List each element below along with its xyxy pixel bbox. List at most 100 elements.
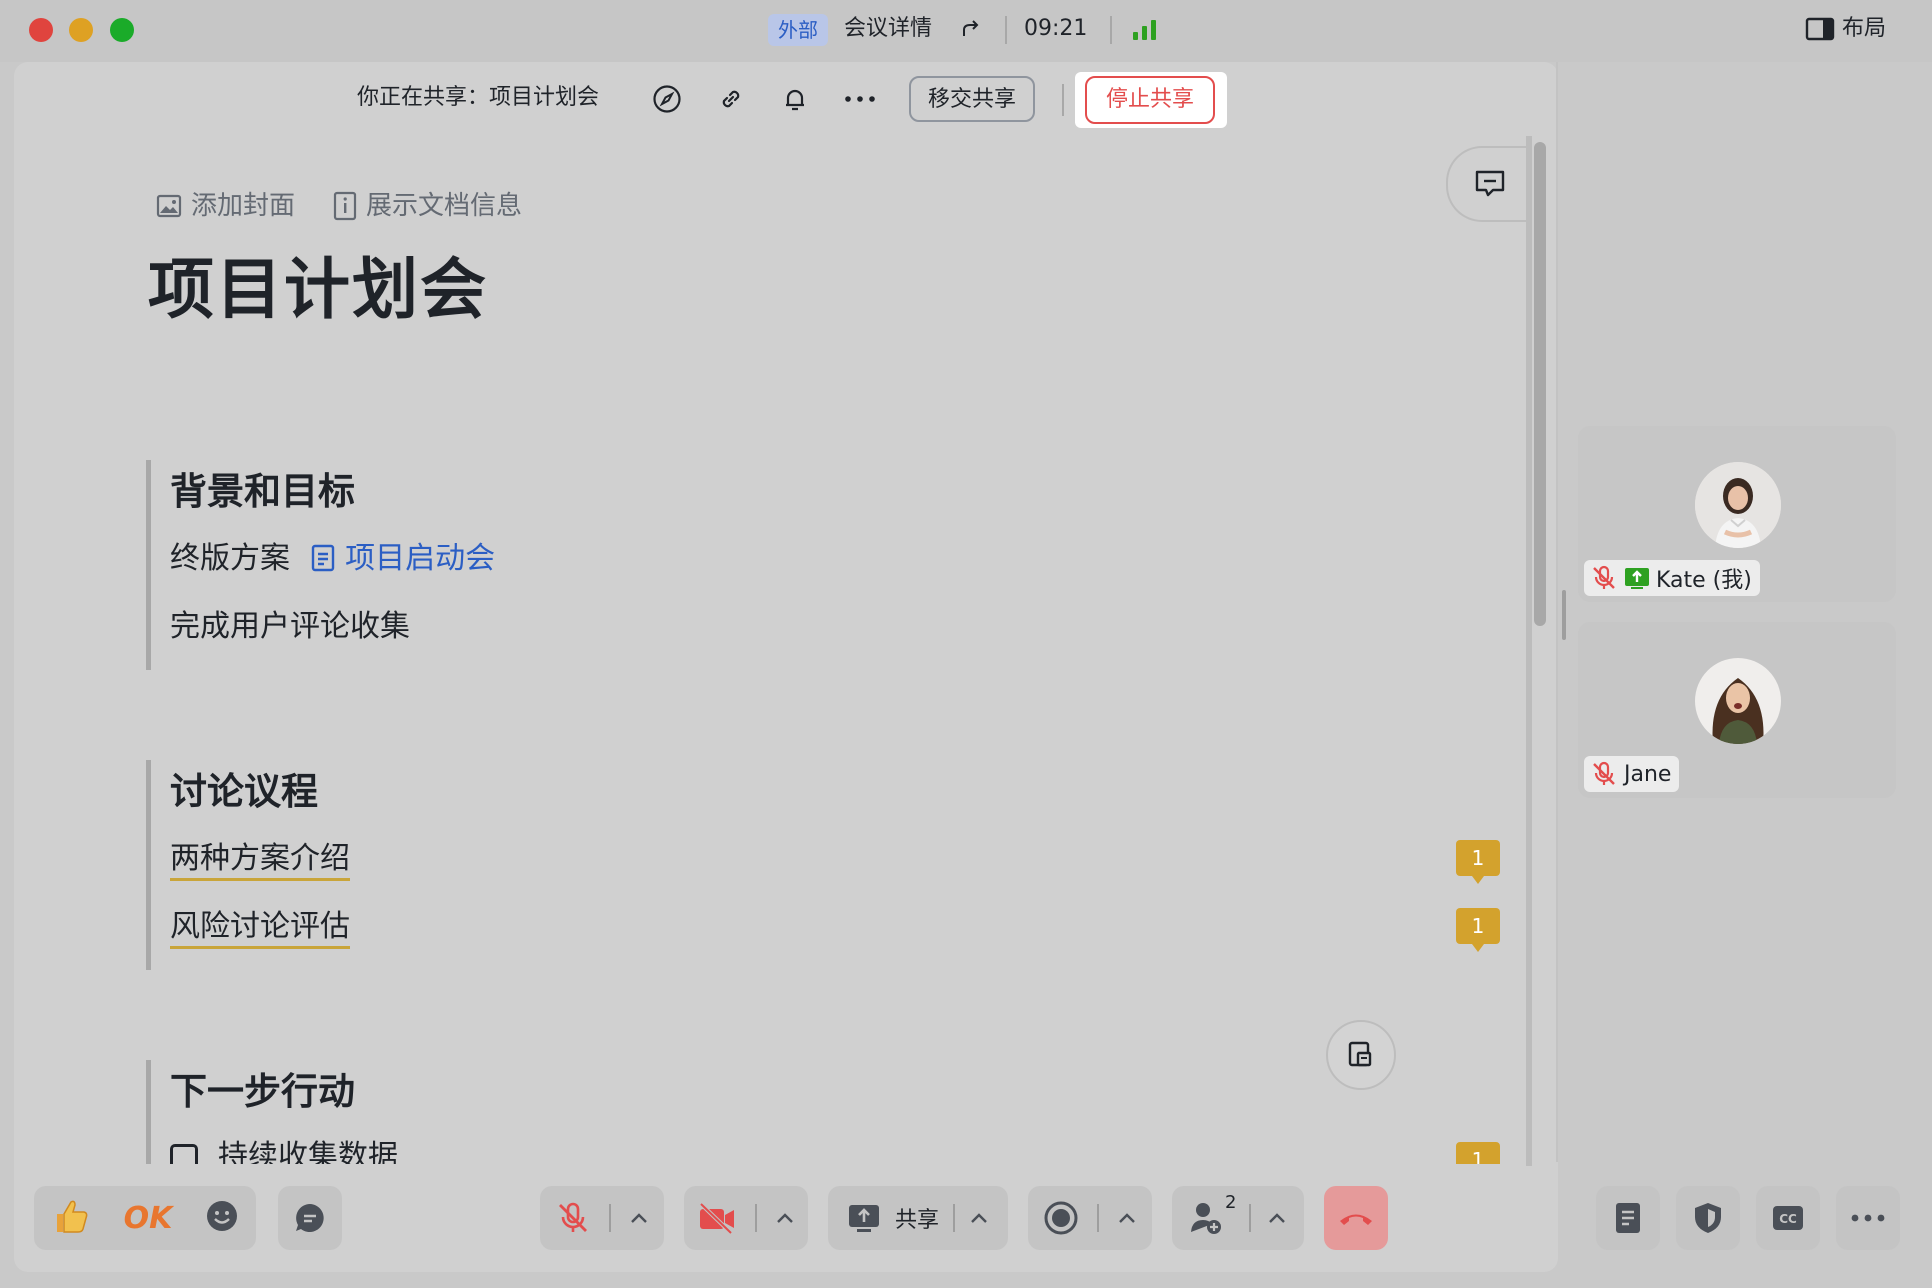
share-label: 共享: [894, 1208, 939, 1233]
doc-link[interactable]: 项目启动会: [310, 541, 495, 576]
section-heading-agenda: 讨论议程: [170, 770, 318, 813]
avatar: [1695, 462, 1781, 548]
titlebar-divider: [1110, 16, 1112, 44]
screen-share-icon: [1625, 568, 1649, 589]
layout-icon[interactable]: [1805, 16, 1837, 44]
more-button[interactable]: [1836, 1186, 1900, 1250]
meeting-details-link[interactable]: 会议详情: [844, 13, 932, 45]
document-icon: [311, 544, 334, 572]
security-button[interactable]: [1676, 1186, 1740, 1250]
show-doc-info-button[interactable]: 展示文档信息: [332, 188, 522, 224]
section-bar: [146, 760, 151, 970]
comment-count-badge[interactable]: 1: [1456, 908, 1500, 952]
chevron-up-icon: [631, 1213, 647, 1223]
chevron-up-icon: [1269, 1213, 1285, 1223]
info-icon: [333, 191, 357, 221]
divider: [609, 1204, 611, 1232]
participants-control[interactable]: 2: [1172, 1186, 1304, 1250]
participant-tile-kate[interactable]: Kate (我): [1578, 426, 1896, 602]
transfer-share-button[interactable]: 移交共享: [909, 76, 1035, 122]
image-icon: [156, 194, 182, 218]
list-item[interactable]: 风险讨论评估: [170, 906, 350, 949]
task-checkbox[interactable]: [170, 1144, 198, 1164]
closed-captions-icon: CC: [1773, 1206, 1803, 1230]
thumbs-up-icon[interactable]: [51, 1196, 91, 1240]
divider: [1249, 1204, 1251, 1232]
notes-icon: [1616, 1203, 1640, 1233]
divider: [953, 1204, 955, 1232]
compass-icon[interactable]: [650, 82, 684, 116]
list-item[interactable]: 两种方案介绍: [170, 838, 350, 881]
share-arrow-icon[interactable]: [960, 18, 982, 40]
bell-icon[interactable]: [778, 82, 812, 116]
participant-count: 2: [1225, 1192, 1237, 1213]
more-options-icon[interactable]: [843, 82, 877, 116]
meeting-timer: 09:21: [1024, 16, 1088, 41]
add-participant-icon: [1191, 1203, 1221, 1234]
chevron-up-icon: [1119, 1213, 1135, 1223]
add-cover-label: 添加封面: [191, 191, 296, 221]
comment-count-badge[interactable]: 1: [1456, 1142, 1500, 1164]
resize-handle[interactable]: [1562, 590, 1566, 640]
show-doc-info-label: 展示文档信息: [366, 191, 523, 221]
add-cover-button[interactable]: 添加封面: [155, 188, 295, 224]
participants-icon-wrap: 2: [1189, 1192, 1236, 1236]
list-item: 终版方案 项目启动会: [170, 538, 495, 580]
scrollbar-thumb[interactable]: [1534, 142, 1546, 626]
stop-share-button[interactable]: 停止共享: [1085, 76, 1215, 124]
chevron-up-icon: [777, 1213, 793, 1223]
chat-button[interactable]: [278, 1186, 342, 1250]
line-text: 终版方案: [170, 541, 290, 576]
doc-outline-button[interactable]: [1326, 1020, 1396, 1090]
microphone-control[interactable]: [540, 1186, 664, 1250]
share-control[interactable]: 共享: [828, 1186, 1008, 1250]
scroll-track: [1526, 136, 1532, 1166]
comments-panel-button[interactable]: [1446, 146, 1532, 222]
layout-button-label[interactable]: 布局: [1842, 13, 1886, 45]
comment-icon: [1475, 170, 1505, 197]
commented-text[interactable]: 两种方案介绍: [170, 841, 350, 881]
panel-divider: [1556, 62, 1558, 1162]
comment-count-badge[interactable]: 1: [1456, 840, 1500, 884]
section-heading-background: 背景和目标: [170, 470, 355, 513]
participant-name-tag: Jane: [1584, 756, 1680, 792]
leave-meeting-button[interactable]: [1324, 1186, 1388, 1250]
divider: [755, 1204, 757, 1232]
close-window-button[interactable]: [29, 18, 53, 42]
section-heading-next-steps: 下一步行动: [170, 1070, 355, 1113]
page-title: 项目计划会: [148, 251, 488, 328]
participant-name: Kate (我): [1656, 568, 1752, 593]
link-icon[interactable]: [714, 82, 748, 116]
section-bar: [146, 460, 151, 670]
document-copy-icon: [1348, 1041, 1372, 1067]
hang-up-icon: [1340, 1214, 1372, 1225]
chat-icon: [296, 1204, 324, 1232]
ok-reaction[interactable]: OK: [124, 1201, 173, 1236]
sharing-status-label: 你正在共享：项目计划会: [357, 85, 600, 110]
reactions-group: OK: [34, 1186, 256, 1250]
minimize-window-button[interactable]: [69, 18, 93, 42]
titlebar-divider: [1005, 16, 1007, 44]
divider: [1097, 1204, 1099, 1232]
participant-tile-jane[interactable]: Jane: [1578, 622, 1896, 798]
list-item: 完成用户评论收集: [170, 609, 410, 644]
participant-name-tag: Kate (我): [1584, 560, 1760, 596]
signal-strength-icon: [1133, 18, 1161, 40]
camera-off-icon: [699, 1202, 734, 1235]
maximize-window-button[interactable]: [110, 18, 134, 42]
screen-share-icon: [848, 1205, 879, 1232]
emoji-icon[interactable]: [205, 1199, 239, 1237]
mic-muted-icon: [1593, 565, 1615, 589]
commented-text[interactable]: 风险讨论评估: [170, 909, 350, 949]
record-control[interactable]: [1028, 1186, 1152, 1250]
participant-name: Jane: [1624, 761, 1672, 787]
avatar: [1695, 658, 1781, 744]
more-options-icon: [1851, 1214, 1885, 1222]
notes-button[interactable]: [1596, 1186, 1660, 1250]
captions-button[interactable]: CC: [1756, 1186, 1820, 1250]
mic-muted-icon: [1593, 761, 1615, 785]
camera-control[interactable]: [684, 1186, 808, 1250]
svg-text:CC: CC: [1779, 1212, 1797, 1226]
clipped-row: 持续收集数据 1: [0, 1130, 1540, 1164]
mic-muted-icon: [559, 1202, 587, 1232]
